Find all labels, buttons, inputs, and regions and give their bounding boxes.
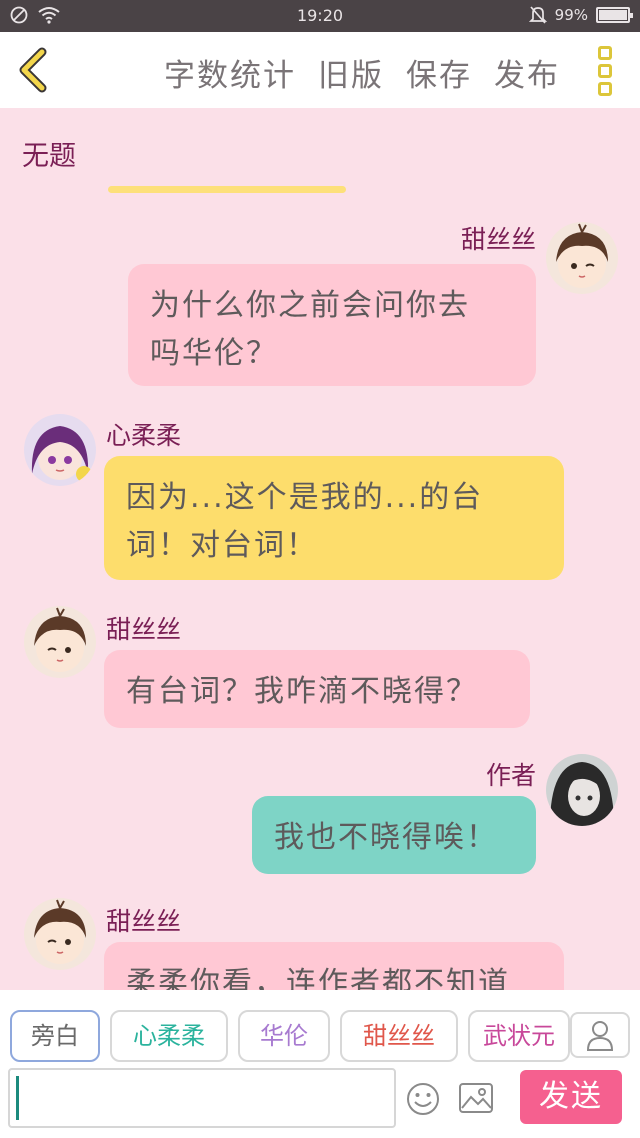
smiley-icon[interactable] xyxy=(406,1082,440,1116)
more-dot xyxy=(598,46,612,60)
composer-bar: 发送 xyxy=(0,1066,640,1138)
message-bubble: 有台词？我咋滴不晓得？ xyxy=(104,650,530,728)
speaker-name: 心柔柔 xyxy=(106,421,182,450)
save-button[interactable]: 保存 xyxy=(406,50,472,95)
speaker-name: 甜丝丝 xyxy=(106,615,182,644)
status-right-icons: 99% xyxy=(528,5,633,25)
speaker-name: 甜丝丝 xyxy=(106,907,182,936)
battery-percent: 99% xyxy=(554,6,588,24)
message-bubble: 因为...这个是我的...的台 词！对台词！ xyxy=(104,456,564,580)
chevron-left-icon xyxy=(19,47,47,93)
app-header: 字数统计 旧版 保存 发布 xyxy=(0,32,640,108)
avatar-tiansisi[interactable] xyxy=(546,222,618,294)
avatar-tiansisi[interactable] xyxy=(24,898,96,970)
avatar-author[interactable] xyxy=(546,754,618,826)
message-bubble: 为什么你之前会问你去 吗华伦？ xyxy=(128,264,536,386)
text-caret xyxy=(16,1076,19,1120)
more-dot xyxy=(598,64,612,78)
role-button-hualun[interactable]: 华伦 xyxy=(238,1010,330,1062)
bell-muted-icon xyxy=(528,6,547,24)
publish-button[interactable]: 发布 xyxy=(494,50,560,95)
role-button-narrator[interactable]: 旁白 xyxy=(10,1010,100,1062)
message-text-line: 吗华伦？ xyxy=(150,336,278,371)
status-bar: 19:20 99% xyxy=(0,0,640,32)
word-count-button[interactable]: 字数统计 xyxy=(164,50,296,95)
message-bubble: 我也不晓得唉！ xyxy=(252,796,536,874)
battery-level xyxy=(599,10,627,20)
avatar-xinrouruo[interactable] xyxy=(24,414,96,486)
speaker-name: 甜丝丝 xyxy=(460,225,536,254)
send-button[interactable]: 发送 xyxy=(520,1070,622,1124)
message-text-line: 词！对台词！ xyxy=(126,528,318,563)
role-user-button[interactable] xyxy=(570,1012,630,1058)
user-icon xyxy=(586,1021,614,1051)
speaker-name: 作者 xyxy=(485,761,536,790)
battery-icon xyxy=(596,7,633,23)
role-button-xinrouruo[interactable]: 心柔柔 xyxy=(110,1010,228,1062)
avatar-tiansisi[interactable] xyxy=(24,606,96,678)
role-selector-bar: 旁白 心柔柔 华伦 甜丝丝 武状元 xyxy=(0,990,640,1066)
role-button-wuzhuangyuan[interactable]: 武状元 xyxy=(468,1010,570,1062)
message-text-line: 我也不晓得唉！ xyxy=(274,820,498,855)
more-dot xyxy=(598,82,612,96)
document-title[interactable]: 无题 xyxy=(22,134,76,173)
message-text-line: 为什么你之前会问你去 xyxy=(150,288,470,323)
message-text-line: 有台词？我咋滴不晓得？ xyxy=(126,674,478,709)
header-actions: 字数统计 旧版 保存 发布 xyxy=(164,50,560,95)
title-divider xyxy=(108,186,346,193)
role-button-tiansisi[interactable]: 甜丝丝 xyxy=(340,1010,458,1062)
old-version-button[interactable]: 旧版 xyxy=(318,50,384,95)
message-text-line: 柔柔你看，连作者都不知道 xyxy=(126,966,510,990)
message-bubble: 柔柔你看，连作者都不知道 xyxy=(104,942,564,990)
image-icon[interactable] xyxy=(458,1082,494,1114)
message-text-line: 因为...这个是我的...的台 xyxy=(126,480,484,515)
message-input[interactable] xyxy=(8,1068,396,1128)
chat-area[interactable]: 无题 甜丝丝 为什么你之前会问你去 吗华伦？ 心柔柔 因为...这个是我的...… xyxy=(0,108,640,990)
back-button[interactable] xyxy=(14,46,54,94)
more-vertical-icon[interactable] xyxy=(598,46,614,96)
